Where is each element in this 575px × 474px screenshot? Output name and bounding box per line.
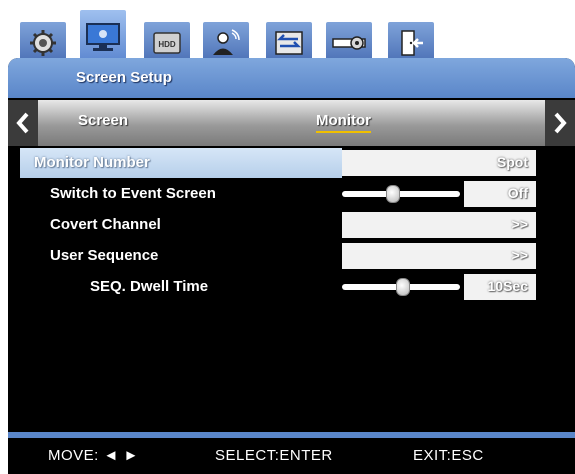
row-label: User Sequence [50, 247, 159, 264]
switch-event-slider-track[interactable] [342, 191, 460, 197]
row-value: Off [507, 185, 528, 201]
row-monitor-number[interactable]: Monitor Number Spot [8, 148, 575, 178]
settings-slider-icon [332, 36, 366, 50]
network-icon [275, 31, 303, 55]
row-value: >> [511, 216, 528, 232]
subtab-screen[interactable]: Screen [78, 112, 128, 129]
move-hint: MOVE: ◄ ► [48, 447, 139, 464]
monitor-number-select[interactable]: Spot [342, 150, 536, 176]
window-header: Screen Setup [8, 58, 575, 98]
row-label: Monitor Number [34, 154, 150, 171]
hdd-label: HDD [158, 40, 176, 49]
chevron-left-icon [16, 112, 29, 134]
exit-hint: EXIT:ESC [413, 447, 484, 464]
user-sequence-button[interactable]: >> [342, 243, 536, 269]
row-seq-dwell-time[interactable]: SEQ. Dwell Time 10Sec [8, 272, 575, 302]
top-tab-bar: HDD [14, 8, 560, 64]
row-switch-event-screen[interactable]: Switch to Event Screen Off [8, 179, 575, 209]
monitor-icon [86, 23, 120, 51]
row-user-sequence[interactable]: User Sequence >> [8, 241, 575, 271]
row-covert-channel[interactable]: Covert Channel >> [8, 210, 575, 240]
row-value: >> [511, 247, 528, 263]
row-label: Switch to Event Screen [50, 185, 216, 202]
row-label: Covert Channel [50, 216, 161, 233]
exit-door-icon [401, 30, 423, 56]
row-label: SEQ. Dwell Time [90, 278, 209, 295]
prev-tab-button[interactable] [8, 100, 38, 146]
user-wifi-icon [213, 29, 240, 55]
next-tab-button[interactable] [545, 100, 575, 146]
covert-channel-button[interactable]: >> [342, 212, 536, 238]
subtab-monitor[interactable]: Monitor [316, 112, 371, 133]
row-value: Spot [496, 154, 528, 170]
subtab-bar: Screen Monitor [8, 100, 575, 146]
switch-event-value: Off [464, 181, 536, 207]
switch-event-slider-knob[interactable] [386, 185, 400, 203]
key-hint-footer: MOVE: ◄ ► SELECT:ENTER EXIT:ESC [8, 438, 575, 474]
screen-setup-window: Screen Setup Screen Monitor Monitor Numb… [8, 58, 575, 474]
select-hint: SELECT:ENTER [215, 447, 333, 464]
hdd-icon: HDD [153, 32, 181, 54]
page-title: Screen Setup [76, 69, 172, 86]
row-value: 10Sec [487, 278, 528, 294]
gear-icon [30, 30, 56, 56]
tab-screen[interactable] [78, 8, 128, 64]
dwell-time-slider-knob[interactable] [396, 278, 410, 296]
dwell-time-value: 10Sec [464, 274, 536, 300]
chevron-right-icon [554, 112, 567, 134]
